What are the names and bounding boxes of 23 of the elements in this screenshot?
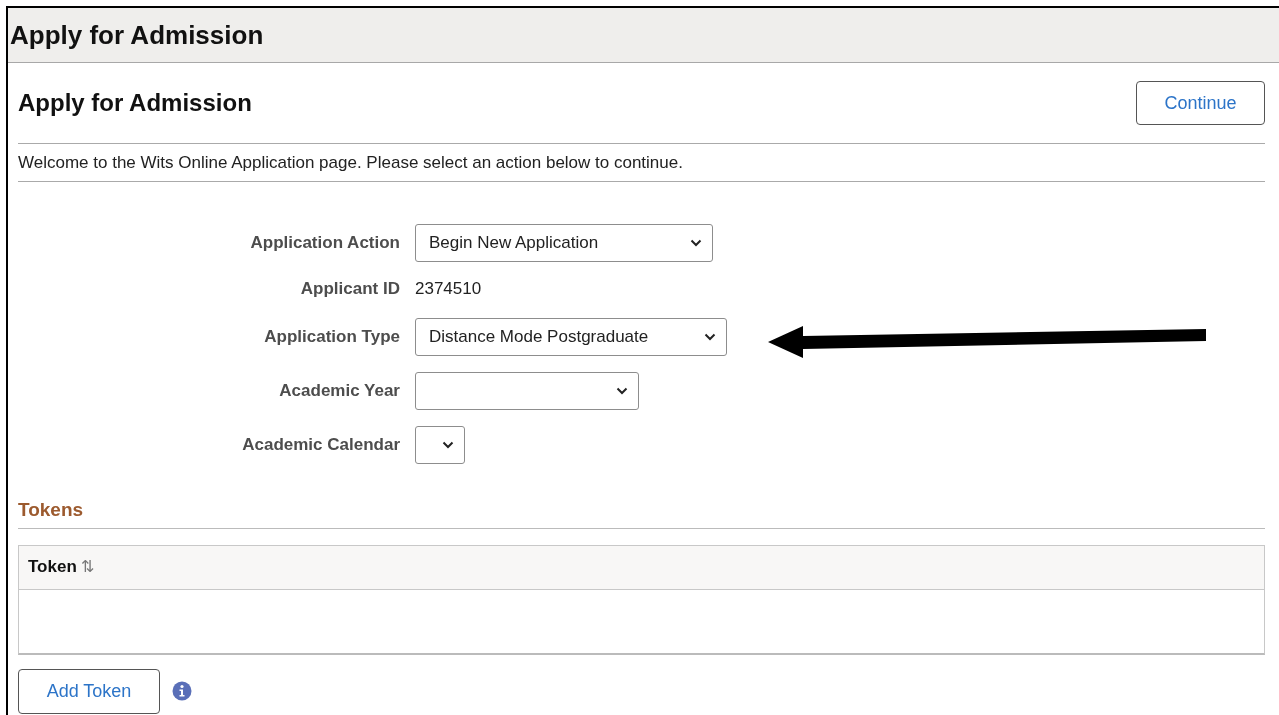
add-token-button[interactable]: Add Token bbox=[18, 668, 160, 714]
chevron-down-icon bbox=[704, 333, 716, 341]
field-label: Academic Year bbox=[279, 380, 400, 403]
continue-button[interactable]: Continue bbox=[1136, 81, 1265, 125]
dropdown[interactable] bbox=[415, 426, 465, 464]
chevron-down-icon bbox=[690, 239, 702, 247]
chevron-down-icon bbox=[616, 387, 628, 395]
sort-icon[interactable]: ⇅ bbox=[80, 555, 94, 579]
page-title: Apply for Admission bbox=[18, 88, 252, 118]
field-label: Application Action bbox=[250, 232, 400, 255]
dropdown[interactable]: Distance Mode Postgraduate bbox=[415, 318, 727, 356]
dropdown[interactable] bbox=[415, 372, 639, 410]
info-icon[interactable] bbox=[172, 681, 192, 701]
dropdown[interactable]: Begin New Application bbox=[415, 224, 713, 262]
field-label: Applicant ID bbox=[300, 278, 400, 301]
header-title: Apply for Admission bbox=[10, 18, 264, 52]
field-label: Application Type bbox=[264, 326, 400, 349]
applicant-id-value: 2374510 bbox=[415, 278, 482, 301]
chevron-down-icon bbox=[442, 441, 454, 449]
intro-text: Welcome to the Wits Online Application page. Please select an action below to continue. bbox=[18, 151, 683, 174]
section-title: Tokens bbox=[18, 499, 84, 520]
column-header[interactable]: Token bbox=[28, 554, 77, 580]
field-label: Academic Calendar bbox=[242, 434, 400, 457]
